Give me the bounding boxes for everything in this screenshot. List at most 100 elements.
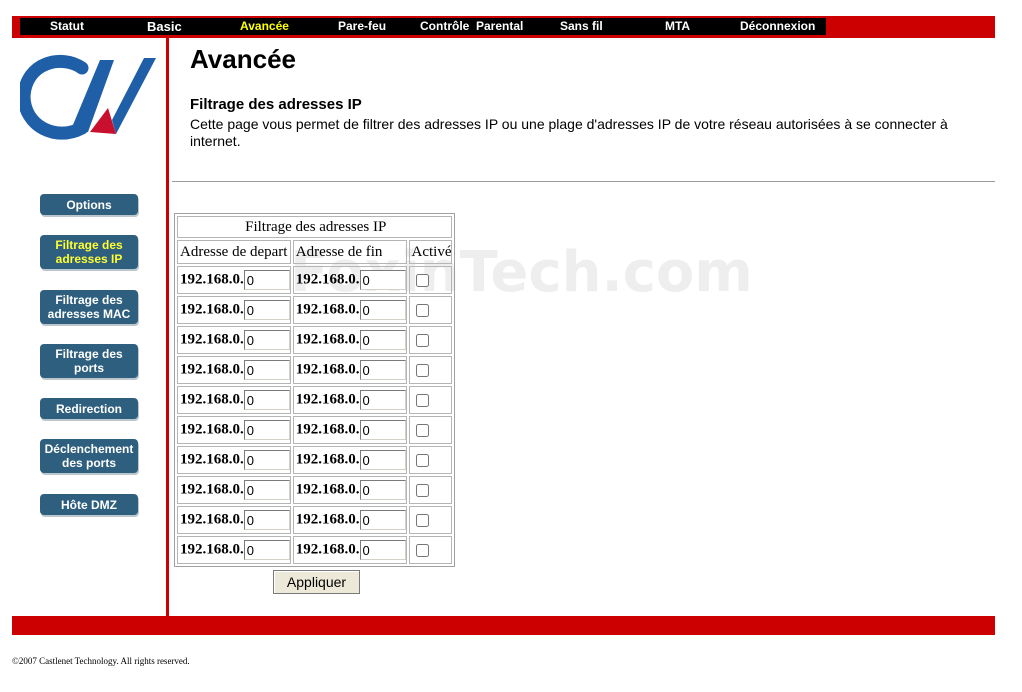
nav-deconnexion[interactable]: Déconnexion <box>740 18 815 35</box>
sidebar-item-port-filtering[interactable]: Filtrage des ports <box>40 344 138 378</box>
start-ip-prefix: 192.168.0. <box>180 331 244 348</box>
start-ip-prefix: 192.168.0. <box>180 361 244 378</box>
horizontal-divider <box>172 181 995 183</box>
end-address-cell: 192.168.0. <box>292 356 407 384</box>
end-address-cell: 192.168.0. <box>292 296 407 324</box>
end-ip-prefix: 192.168.0. <box>295 331 360 348</box>
start-ip-prefix: 192.168.0. <box>180 481 244 498</box>
start-ip-octet-input[interactable] <box>243 540 290 560</box>
end-ip-prefix: 192.168.0. <box>295 511 360 528</box>
enabled-checkbox[interactable] <box>415 543 429 557</box>
end-address-cell: 192.168.0. <box>292 536 407 564</box>
enabled-checkbox[interactable] <box>415 273 429 287</box>
end-address-cell: 192.168.0. <box>292 386 407 414</box>
end-ip-octet-input[interactable] <box>359 450 406 470</box>
enabled-checkbox[interactable] <box>415 513 429 527</box>
start-ip-prefix: 192.168.0. <box>180 511 244 528</box>
table-row: 192.168.0. 192.168.0. <box>177 476 453 504</box>
header-enabled: Activé <box>408 240 453 264</box>
sidebar-item-port-triggering[interactable]: Déclenchement des ports <box>40 439 138 473</box>
section-title: Filtrage des adresses IP <box>190 96 362 113</box>
sidebar-item-options[interactable]: Options <box>40 194 138 215</box>
enabled-checkbox[interactable] <box>415 333 429 347</box>
table-row: 192.168.0. 192.168.0. <box>177 446 453 474</box>
start-ip-octet-input[interactable] <box>243 390 290 410</box>
enabled-cell <box>408 356 453 384</box>
enabled-cell <box>408 416 453 444</box>
start-ip-octet-input[interactable] <box>243 450 290 470</box>
nav-statut[interactable]: Statut <box>50 18 84 35</box>
enabled-checkbox[interactable] <box>415 363 429 377</box>
table-row: 192.168.0. 192.168.0. <box>177 416 453 444</box>
start-ip-octet-input[interactable] <box>243 300 290 320</box>
start-address-cell: 192.168.0. <box>177 476 291 504</box>
nav-sans-fil[interactable]: Sans fil <box>560 18 603 35</box>
start-ip-prefix: 192.168.0. <box>180 421 244 438</box>
end-address-cell: 192.168.0. <box>292 476 407 504</box>
nav-pare-feu[interactable]: Pare-feu <box>338 18 386 35</box>
start-ip-octet-input[interactable] <box>243 360 290 380</box>
end-ip-octet-input[interactable] <box>359 510 406 530</box>
enabled-checkbox[interactable] <box>415 303 429 317</box>
nav-basic[interactable]: Basic <box>147 18 182 35</box>
table-caption: Filtrage des adresses IP <box>177 216 453 238</box>
table-row: 192.168.0. 192.168.0. <box>177 356 453 384</box>
enabled-cell <box>408 386 453 414</box>
end-address-cell: 192.168.0. <box>292 266 407 294</box>
end-ip-octet-input[interactable] <box>359 270 406 290</box>
start-address-cell: 192.168.0. <box>177 296 291 324</box>
start-ip-octet-input[interactable] <box>243 330 290 350</box>
nav-controle-parental[interactable]: Contrôle Parental <box>420 18 523 35</box>
enabled-checkbox[interactable] <box>415 453 429 467</box>
end-address-cell: 192.168.0. <box>292 326 407 354</box>
castlenet-logo <box>20 54 156 140</box>
end-ip-octet-input[interactable] <box>359 390 406 410</box>
table-row: 192.168.0. 192.168.0. <box>177 386 453 414</box>
apply-button[interactable]: Appliquer <box>273 570 360 594</box>
start-ip-prefix: 192.168.0. <box>180 391 244 408</box>
end-address-cell: 192.168.0. <box>292 416 407 444</box>
table-row: 192.168.0. 192.168.0. <box>177 296 453 324</box>
nav-mta[interactable]: MTA <box>665 18 690 35</box>
end-ip-prefix: 192.168.0. <box>295 391 360 408</box>
end-ip-octet-input[interactable] <box>359 540 406 560</box>
end-address-cell: 192.168.0. <box>292 506 407 534</box>
start-ip-prefix: 192.168.0. <box>180 451 244 468</box>
start-ip-octet-input[interactable] <box>243 420 290 440</box>
nav-avancee[interactable]: Avancée <box>240 18 289 35</box>
end-ip-octet-input[interactable] <box>359 360 406 380</box>
enabled-checkbox[interactable] <box>415 423 429 437</box>
header-start-address: Adresse de depart <box>177 240 291 264</box>
enabled-cell <box>408 326 453 354</box>
start-address-cell: 192.168.0. <box>177 536 291 564</box>
end-ip-prefix: 192.168.0. <box>295 421 360 438</box>
end-ip-prefix: 192.168.0. <box>295 301 360 318</box>
end-ip-prefix: 192.168.0. <box>295 541 360 558</box>
end-ip-prefix: 192.168.0. <box>295 481 360 498</box>
sidebar-item-dmz-host[interactable]: Hôte DMZ <box>40 494 138 515</box>
start-ip-prefix: 192.168.0. <box>180 541 244 558</box>
start-ip-octet-input[interactable] <box>243 270 290 290</box>
sidebar-item-ip-filtering[interactable]: Filtrage des adresses IP <box>40 235 138 269</box>
sidebar-item-redirection[interactable]: Redirection <box>40 398 138 419</box>
start-ip-octet-input[interactable] <box>243 480 290 500</box>
footer-copyright: ©2007 Castlenet Technology. All rights r… <box>12 656 190 666</box>
top-navigation: Statut Basic Avancée Pare-feu Contrôle P… <box>20 18 826 35</box>
sidebar-item-mac-filtering[interactable]: Filtrage des adresses MAC <box>40 290 138 324</box>
ip-filter-table: Filtrage des adresses IP Adresse de depa… <box>174 213 456 567</box>
end-ip-octet-input[interactable] <box>359 420 406 440</box>
header-end-address: Adresse de fin <box>292 240 407 264</box>
start-address-cell: 192.168.0. <box>177 506 291 534</box>
end-ip-octet-input[interactable] <box>359 480 406 500</box>
end-ip-octet-input[interactable] <box>359 330 406 350</box>
enabled-checkbox[interactable] <box>415 483 429 497</box>
enabled-checkbox[interactable] <box>415 393 429 407</box>
start-address-cell: 192.168.0. <box>177 446 291 474</box>
end-ip-octet-input[interactable] <box>359 300 406 320</box>
enabled-cell <box>408 266 453 294</box>
start-ip-prefix: 192.168.0. <box>180 271 244 288</box>
page-description: Cette page vous permet de filtrer des ad… <box>190 116 948 149</box>
end-ip-prefix: 192.168.0. <box>295 361 360 378</box>
start-ip-octet-input[interactable] <box>243 510 290 530</box>
sidebar-divider <box>166 38 169 616</box>
